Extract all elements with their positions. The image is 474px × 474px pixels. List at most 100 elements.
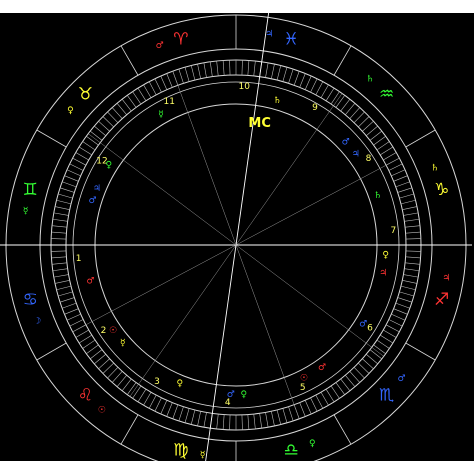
degree-tick	[400, 199, 416, 205]
chart-canvas: ♈ ♉ ♊ ♋ ♌ ♍ ♎ ♏ ♐ ♑ ♒ ♓ ♂ ♀ ☿ ☽ ☉ ☿ ♀ ♂ ♃ ♄ ♄ ♃ 1 2 3 4 5 6 7 8 9 10 11 12 M…	[0, 13, 474, 461]
degree-tick	[362, 120, 374, 132]
degree-tick	[399, 291, 414, 297]
degree-tick	[107, 367, 119, 379]
degree-tick	[395, 302, 410, 309]
degree-tick	[299, 402, 306, 417]
house-number: 1	[76, 254, 82, 264]
house-cusp-line	[129, 244, 237, 397]
degree-tick	[340, 99, 351, 112]
venus-icon: ♀	[105, 161, 112, 171]
jupiter-icon: ♃	[352, 150, 360, 160]
sign-boundary-line	[333, 414, 352, 445]
mercury-icon: ☿	[120, 338, 126, 348]
degree-tick	[393, 175, 408, 182]
degree-tick	[282, 408, 288, 423]
mercury-icon: ☿	[200, 450, 206, 460]
degree-tick	[402, 280, 418, 284]
degree-tick	[107, 111, 119, 123]
degree-tick	[82, 339, 96, 349]
degree-tick	[366, 125, 378, 136]
degree-tick	[265, 62, 269, 78]
degree-tick	[304, 400, 312, 415]
degree-tick	[288, 68, 294, 84]
house-cusp-line	[235, 157, 400, 246]
degree-tick	[78, 334, 92, 344]
saturn-icon: ♄	[273, 96, 281, 106]
degree-tick	[330, 91, 340, 105]
sun-icon: ☉	[300, 374, 308, 384]
degree-tick	[127, 382, 137, 395]
degree-tick	[66, 169, 81, 177]
degree-tick	[385, 324, 400, 333]
jupiter-icon: ♃	[442, 273, 450, 283]
virgo-icon: ♍	[173, 441, 188, 461]
aries-icon: ♈	[173, 29, 188, 49]
degree-tick	[127, 95, 137, 108]
degree-tick	[320, 84, 329, 98]
house-number: 6	[367, 324, 373, 334]
mars-icon: ♂	[359, 319, 367, 329]
degree-tick	[253, 414, 256, 430]
degree-tick	[121, 378, 132, 391]
degree-tick	[265, 412, 269, 428]
degree-tick	[51, 250, 67, 252]
degree-tick	[353, 111, 365, 123]
mars-icon: ♂	[342, 138, 350, 148]
degree-tick	[143, 84, 152, 98]
degree-tick	[402, 206, 418, 210]
cancer-icon: ♋	[23, 290, 38, 310]
sign-boundary-line	[405, 342, 436, 361]
libra-icon: ♎	[284, 441, 299, 461]
degree-tick	[310, 78, 318, 93]
degree-tick	[293, 71, 300, 86]
degree-tick	[56, 199, 72, 205]
degree-tick	[340, 378, 351, 391]
venus-icon: ♀	[241, 390, 248, 400]
degree-tick	[345, 103, 356, 115]
degree-tick	[259, 413, 263, 429]
degree-tick	[51, 256, 67, 259]
house-number: 8	[366, 154, 372, 164]
degree-tick	[405, 262, 421, 265]
degree-tick	[94, 125, 106, 136]
venus-icon: ♀	[67, 106, 74, 116]
degree-tick	[358, 116, 370, 128]
degree-tick	[121, 99, 132, 112]
degree-tick	[383, 152, 397, 161]
house-number: 5	[300, 383, 306, 393]
house-cusp-line	[235, 244, 384, 357]
degree-tick	[400, 285, 416, 291]
venus-icon: ♀	[382, 250, 389, 260]
degree-tick	[369, 130, 382, 141]
degree-tick	[75, 329, 89, 338]
degree-tick	[154, 78, 162, 93]
degree-tick	[148, 394, 157, 409]
mars-icon: ♂	[227, 390, 235, 400]
degree-tick	[82, 141, 96, 151]
mercury-icon: ☿	[23, 207, 29, 217]
degree-tick	[166, 402, 173, 417]
degree-tick	[111, 371, 123, 383]
scorpio-icon: ♏	[379, 386, 394, 406]
sun-icon: ☉	[109, 326, 117, 336]
capricorn-icon: ♑	[434, 180, 449, 200]
degree-tick	[216, 60, 219, 76]
degree-tick	[203, 62, 207, 78]
degree-tick	[90, 349, 103, 360]
sign-boundary-line	[120, 414, 139, 445]
moon-icon: ☽	[33, 316, 41, 326]
degree-tick	[388, 163, 403, 171]
degree-tick	[299, 73, 306, 88]
degree-tick	[405, 238, 421, 240]
degree-tick	[380, 146, 394, 156]
degree-tick	[62, 302, 77, 309]
degree-tick	[335, 382, 345, 395]
degree-tick	[78, 146, 92, 156]
degree-tick	[94, 354, 106, 365]
degree-tick	[403, 212, 419, 216]
degree-tick	[54, 206, 70, 210]
degree-tick	[154, 397, 162, 412]
degree-tick	[72, 157, 87, 166]
mars-icon: ♂	[89, 196, 97, 206]
degree-tick	[58, 291, 73, 297]
